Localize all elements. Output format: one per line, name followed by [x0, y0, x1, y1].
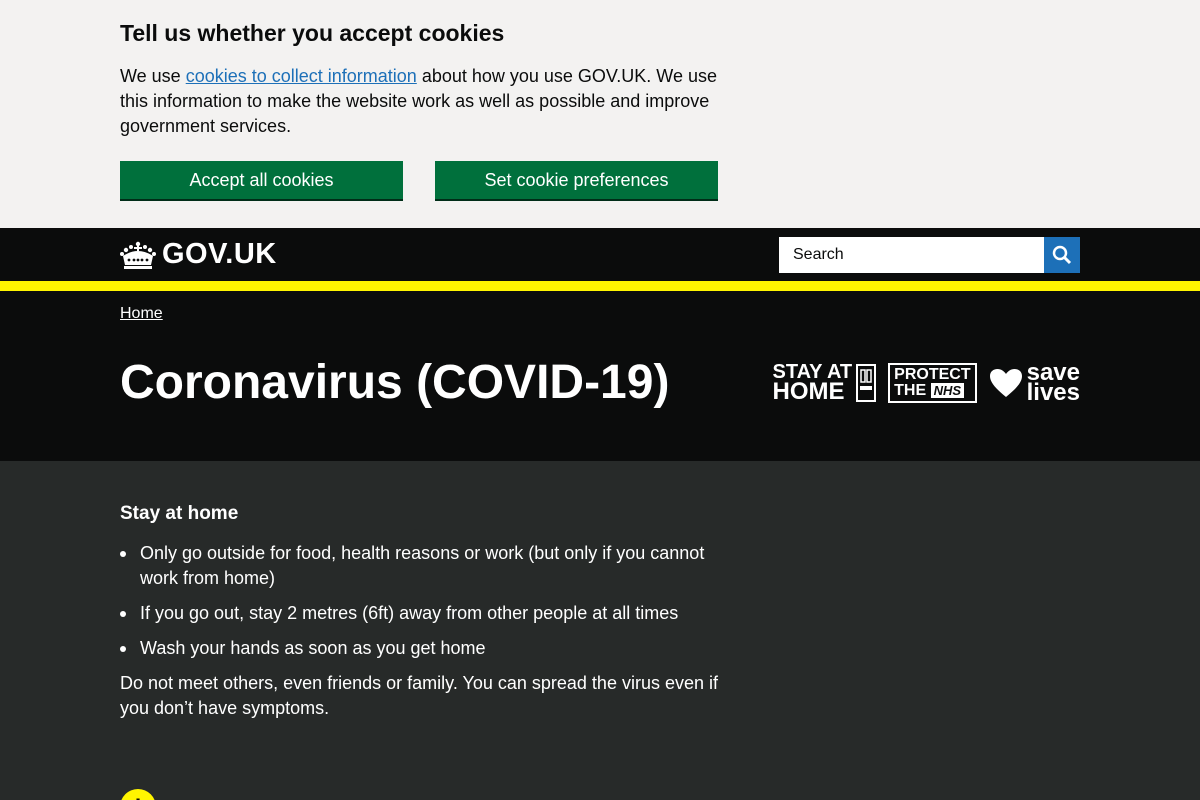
advice-paragraph: Do not meet others, even friends or fami…: [120, 673, 718, 718]
campaign-logos: STAY AT HOME PROTECT THE NHS save lives: [772, 361, 1081, 406]
hero: Home Coronavirus (COVID-19) STAY AT HOME…: [0, 291, 1200, 461]
nhs-badge: NHS: [930, 383, 965, 398]
stay-at-home-logo: STAY AT HOME: [772, 362, 877, 405]
cookie-text-before: We use: [120, 66, 186, 86]
list-item: If you go out, stay 2 metres (6ft) away …: [120, 601, 740, 626]
protect-logo-the: THE: [894, 382, 927, 399]
search-icon: [1052, 245, 1072, 264]
page-title: Coronavirus (COVID-19): [120, 356, 670, 409]
cookie-buttons: Accept all cookies Set cookie preference…: [120, 161, 1080, 199]
yellow-stripe: [0, 281, 1200, 291]
protect-nhs-logo: PROTECT THE NHS: [888, 363, 977, 403]
list-item: Only go outside for food, health reasons…: [120, 541, 740, 591]
breadcrumb-home[interactable]: Home: [120, 305, 163, 323]
cookie-preferences-button[interactable]: Set cookie preferences: [435, 161, 718, 199]
govuk-logo[interactable]: GOV.UK: [120, 238, 277, 271]
save-lives-logo: save lives: [989, 361, 1080, 406]
protect-logo-line2: THE NHS: [894, 383, 970, 399]
search-form: [779, 236, 1080, 273]
crown-icon: [120, 241, 156, 269]
hero-row: Coronavirus (COVID-19) STAY AT HOME PROT…: [120, 353, 1080, 413]
cookie-banner: Tell us whether you accept cookies We us…: [0, 0, 1200, 228]
search-button[interactable]: [1044, 236, 1080, 273]
heart-icon: [989, 369, 1022, 397]
advice-list: Only go outside for food, health reasons…: [120, 541, 740, 661]
site-header: GOV.UK: [0, 228, 1200, 281]
logo-text: GOV.UK: [162, 238, 277, 270]
main-content: Stay at home Only go outside for food, h…: [0, 461, 1200, 800]
stay-logo-line2: HOME: [772, 378, 845, 405]
protect-logo-line1: PROTECT: [894, 366, 971, 383]
cookie-banner-text: We use cookies to collect information ab…: [120, 64, 740, 139]
section-title: Stay at home: [120, 503, 239, 524]
accept-cookies-button[interactable]: Accept all cookies: [120, 161, 403, 199]
cookie-info-link[interactable]: cookies to collect information: [186, 66, 417, 86]
cookie-banner-title: Tell us whether you accept cookies: [120, 20, 505, 46]
warning-icon: !: [120, 789, 156, 800]
search-input[interactable]: [779, 236, 1044, 273]
save-logo-line2: lives: [1026, 379, 1080, 406]
list-item: Wash your hands as soon as you get home: [120, 636, 740, 661]
door-icon: [856, 364, 877, 402]
